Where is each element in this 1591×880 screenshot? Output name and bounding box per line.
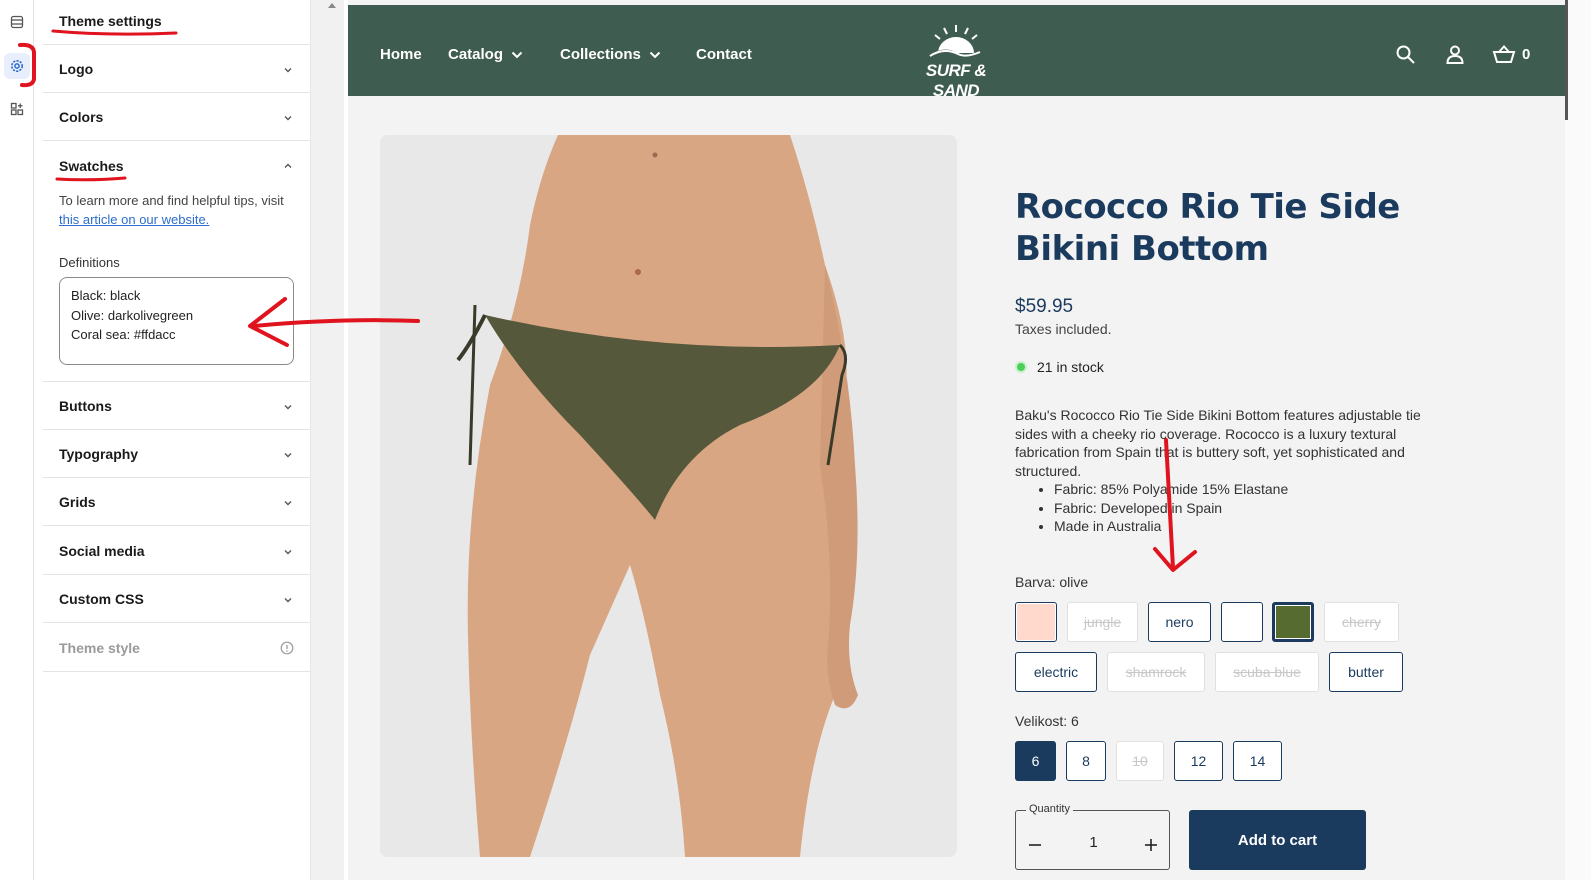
preview-scrollbar[interactable] <box>1565 0 1591 880</box>
logo-text: SURF & SAND <box>925 61 987 100</box>
size-option-label: Velikost: 6 <box>1015 713 1079 729</box>
chevron-down-icon <box>284 550 292 555</box>
nav-label: Collections <box>560 46 641 63</box>
swatch-fill <box>1017 604 1055 640</box>
nav-collections-link[interactable]: Collections <box>560 46 661 63</box>
theme-settings-panel: Theme settings Logo Colors Swatches To l… <box>43 0 322 880</box>
help-article-link[interactable]: this article on our website. <box>59 212 209 227</box>
cart-count[interactable]: 0 <box>1522 46 1530 63</box>
description-text: Baku's Rococco Rio Tie Side Bikini Botto… <box>1015 407 1421 479</box>
section-label[interactable]: Swatches <box>59 158 124 174</box>
add-to-cart-button[interactable]: Add to cart <box>1189 810 1366 870</box>
color-swatch-shamrock[interactable]: shamrock <box>1107 652 1205 692</box>
section-label: Buttons <box>59 398 112 414</box>
swatch-fill <box>1276 606 1310 638</box>
list-item: Fabric: 85% Polyamide 15% Elastane <box>1054 480 1455 499</box>
panel-title: Theme settings <box>59 13 162 29</box>
definitions-textarea[interactable]: Black: black Olive: darkolivegreen Coral… <box>59 277 294 365</box>
color-option-label: Barva: olive <box>1015 574 1089 590</box>
panel-scroll-track[interactable] <box>310 0 344 880</box>
quantity-label: Quantity <box>1026 803 1073 815</box>
section-logo[interactable]: Logo <box>43 45 310 93</box>
color-swatch-coral-sea[interactable] <box>1015 602 1057 642</box>
section-label: Custom CSS <box>59 591 144 607</box>
chevron-down-icon <box>284 598 292 603</box>
chevron-down-icon <box>284 68 292 73</box>
feature-list: Fabric: 85% Polyamide 15% Elastane Fabri… <box>1054 480 1455 536</box>
chevron-down-icon <box>284 453 292 458</box>
chevron-down-icon <box>511 51 523 59</box>
size-option-12[interactable]: 12 <box>1174 741 1223 781</box>
definitions-label: Definitions <box>59 255 120 270</box>
icon-rail <box>0 0 34 880</box>
size-option-10[interactable]: 10 <box>1116 741 1164 781</box>
section-grids[interactable]: Grids <box>43 478 310 526</box>
plus-icon[interactable] <box>1143 837 1159 853</box>
section-social-media[interactable]: Social media <box>43 526 310 575</box>
section-buttons[interactable]: Buttons <box>43 382 310 430</box>
definition-line: Olive: darkolivegreen <box>71 307 194 323</box>
color-swatch-olive[interactable] <box>1272 602 1314 642</box>
sun-wave-icon <box>929 25 981 57</box>
color-swatch-white[interactable] <box>1221 602 1263 642</box>
section-colors[interactable]: Colors <box>43 93 310 141</box>
color-swatch-jungle[interactable]: jungle <box>1067 602 1138 642</box>
chevron-down-icon <box>284 116 292 121</box>
product-price: $59.95 <box>1015 296 1074 317</box>
stock-status: 21 in stock <box>1015 359 1104 375</box>
store-header: Home Catalog Collections Contact SURF & … <box>348 5 1565 100</box>
store-logo[interactable]: SURF & SAND <box>904 23 1008 100</box>
section-custom-css[interactable]: Custom CSS <box>43 575 310 623</box>
quantity-stepper: Quantity 1 <box>1015 803 1170 870</box>
info-icon[interactable] <box>280 641 294 655</box>
sections-icon[interactable] <box>4 9 30 35</box>
color-swatch-scuba-blue[interactable]: scuba blue <box>1215 652 1319 692</box>
section-label: Logo <box>59 61 94 77</box>
list-item: Made in Australia <box>1054 517 1455 536</box>
search-icon[interactable] <box>1396 45 1415 64</box>
product-title: Rococco Rio Tie Side Bikini Bottom <box>1015 187 1400 269</box>
size-option-8[interactable]: 8 <box>1066 741 1106 781</box>
section-label: Grids <box>59 494 96 510</box>
section-label: Social media <box>59 543 145 559</box>
size-option-6[interactable]: 6 <box>1015 741 1056 781</box>
color-swatch-cherry[interactable]: cherry <box>1324 602 1399 642</box>
theme-settings-gear-icon[interactable] <box>4 53 30 79</box>
section-label: Theme style <box>59 640 140 656</box>
nav-contact-link[interactable]: Contact <box>696 46 752 63</box>
product-photo <box>380 135 957 857</box>
chevron-down-icon <box>284 501 292 506</box>
color-swatch-butter[interactable]: butter <box>1329 652 1403 692</box>
chevron-down-icon <box>649 51 661 59</box>
section-theme-style: Theme style <box>43 623 310 672</box>
section-typography[interactable]: Typography <box>43 430 310 478</box>
product-image[interactable] <box>380 135 957 857</box>
app-window: Theme settings Logo Colors Swatches To l… <box>0 0 1591 880</box>
stock-text: 21 in stock <box>1037 359 1104 375</box>
apps-icon[interactable] <box>4 96 30 122</box>
nav-label: Catalog <box>448 46 504 63</box>
nav-home-link[interactable]: Home <box>380 46 422 63</box>
taxes-note: Taxes included. <box>1015 321 1112 337</box>
size-option-14[interactable]: 14 <box>1233 741 1282 781</box>
storefront-preview: Home Catalog Collections Contact SURF & … <box>348 0 1565 880</box>
scroll-up-icon[interactable] <box>327 2 337 9</box>
account-icon[interactable] <box>1446 45 1464 64</box>
section-label: Colors <box>59 109 104 125</box>
color-swatch-nero[interactable]: nero <box>1148 602 1211 642</box>
chevron-down-icon <box>284 405 292 410</box>
definition-line: Black: black <box>71 288 141 303</box>
in-stock-dot-icon <box>1015 361 1027 373</box>
cart-basket-icon[interactable] <box>1492 45 1516 64</box>
section-label: Typography <box>59 446 139 462</box>
scroll-thumb[interactable] <box>1565 0 1568 120</box>
chevron-up-icon[interactable] <box>282 160 294 172</box>
nav-catalog-link[interactable]: Catalog <box>448 46 523 63</box>
definition-line: Coral sea: #ffdacc <box>71 327 176 342</box>
color-swatch-electric[interactable]: electric <box>1015 652 1097 692</box>
product-description: Baku's Rococco Rio Tie Side Bikini Botto… <box>1015 406 1455 536</box>
list-item: Fabric: Developed in Spain <box>1054 499 1455 518</box>
swatches-help-text: To learn more and find helpful tips, vis… <box>59 193 284 227</box>
